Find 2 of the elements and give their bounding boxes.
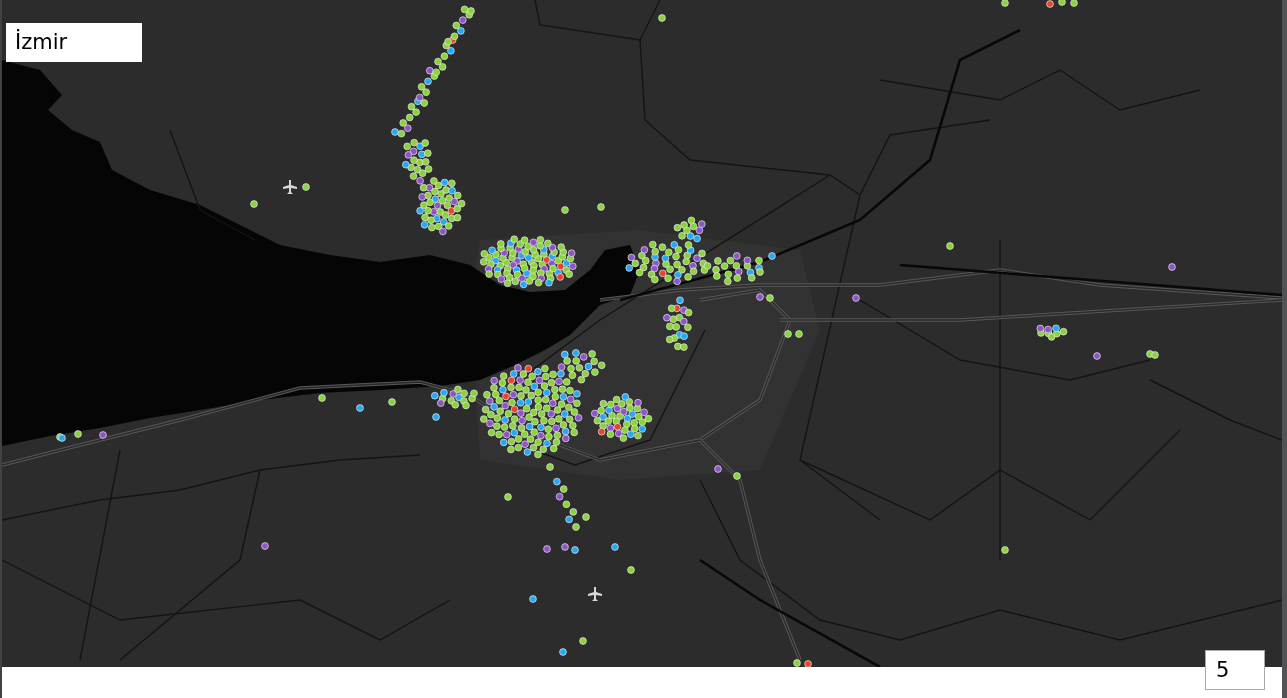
slide-title: İzmir [6, 23, 142, 62]
page-number: 5 [1205, 650, 1265, 690]
